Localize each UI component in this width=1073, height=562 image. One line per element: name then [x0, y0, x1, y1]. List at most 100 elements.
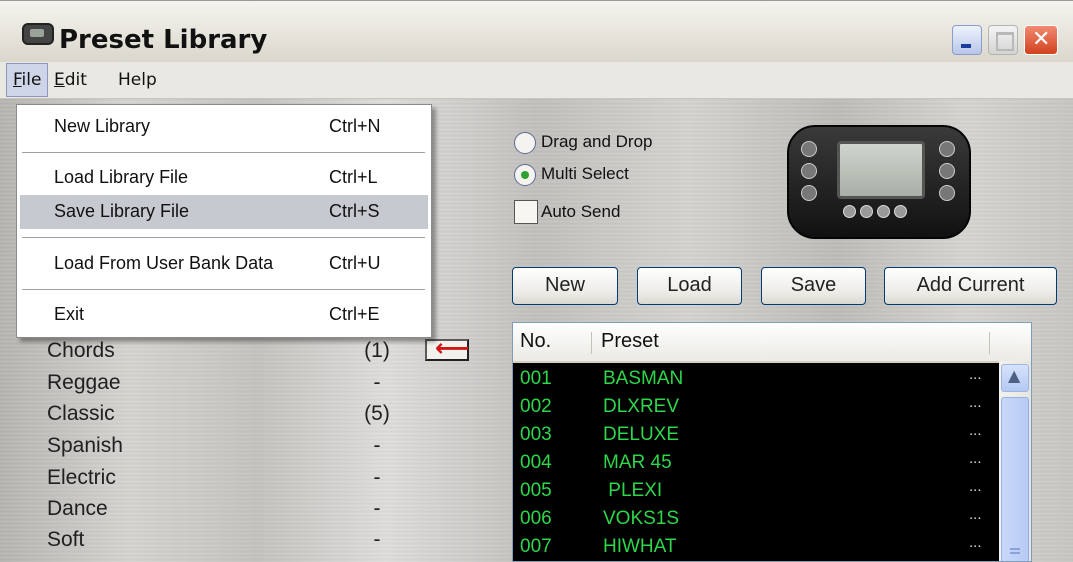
- menu-separator: [22, 152, 425, 153]
- menu-item-label: Save Library File: [54, 201, 190, 221]
- category-row[interactable]: Reggae -: [47, 371, 407, 403]
- device-keys: [843, 203, 913, 218]
- menu-separator: [22, 289, 425, 290]
- preset-list[interactable]: No. Preset 001 BASMAN ... 002 DLXREV ...…: [512, 322, 1032, 562]
- menu-edit-rest: dit: [64, 70, 87, 90]
- preset-row[interactable]: 005 PLEXI ...: [513, 478, 998, 504]
- category-count: -: [373, 497, 381, 520]
- menu-item-load-from-user-bank[interactable]: Load From User Bank Data Ctrl+U: [20, 247, 428, 281]
- preset-number: 005: [520, 480, 552, 501]
- device-knob: [801, 163, 817, 179]
- preset-list-header: No. Preset: [513, 323, 1031, 363]
- preset-row[interactable]: 003 DELUXE ...: [513, 422, 998, 448]
- category-row[interactable]: Chords (1): [47, 339, 407, 371]
- auto-send-checkbox[interactable]: [514, 200, 538, 224]
- menu-separator: [22, 237, 425, 238]
- multi-select-option[interactable]: Multi Select: [514, 162, 714, 190]
- window-title: Preset Library: [59, 25, 268, 55]
- category-count: -: [373, 371, 381, 394]
- menu-item-label: Load Library File: [54, 167, 189, 187]
- preset-name: BASMAN: [603, 368, 684, 389]
- preset-name: HIWHAT: [603, 536, 677, 557]
- new-button[interactable]: New: [512, 267, 618, 305]
- category-row[interactable]: Soft -: [47, 528, 407, 560]
- preset-number: 007: [520, 536, 552, 557]
- drag-drop-option[interactable]: Drag and Drop: [514, 130, 714, 158]
- preset-more[interactable]: ...: [969, 478, 982, 495]
- multi-select-radio[interactable]: [514, 164, 536, 186]
- auto-send-label: Auto Send: [541, 202, 621, 221]
- multi-select-label: Multi Select: [541, 164, 629, 183]
- category-name: Electric: [47, 466, 116, 489]
- category-row[interactable]: Spanish -: [47, 434, 407, 466]
- device-knob: [801, 141, 817, 157]
- drag-drop-label: Drag and Drop: [541, 132, 653, 151]
- menu-file-rest: ile: [21, 70, 42, 90]
- preset-more[interactable]: ...: [969, 422, 982, 439]
- load-button[interactable]: Load: [637, 267, 742, 305]
- menu-help[interactable]: Help: [112, 62, 163, 98]
- column-header-no[interactable]: No.: [520, 330, 551, 353]
- menu-file-accel: F: [13, 70, 22, 90]
- menu-item-new-library[interactable]: New Library Ctrl+N: [20, 110, 428, 144]
- title-bar[interactable]: Preset Library: [0, 0, 1073, 63]
- category-count: (5): [364, 402, 390, 425]
- device-lcd: [837, 141, 925, 199]
- category-count: -: [373, 528, 381, 551]
- preset-list-scrollbar[interactable]: ▲: [999, 361, 1031, 561]
- preset-row[interactable]: 002 DLXREV ...: [513, 394, 998, 420]
- preset-row[interactable]: 001 BASMAN ...: [513, 366, 998, 392]
- drag-drop-radio[interactable]: [514, 132, 536, 154]
- preset-more[interactable]: ...: [969, 534, 982, 551]
- grip-icon: [1010, 548, 1020, 550]
- menu-item-shortcut: Ctrl+L: [329, 167, 378, 187]
- menu-item-shortcut: Ctrl+E: [329, 304, 380, 324]
- preset-more[interactable]: ...: [969, 450, 982, 467]
- preset-number: 003: [520, 424, 552, 445]
- maximize-button[interactable]: [988, 25, 1018, 55]
- category-row[interactable]: Dance -: [47, 497, 407, 529]
- preset-row[interactable]: 007 HIWHAT ...: [513, 534, 998, 560]
- menu-item-load-library-file[interactable]: Load Library File Ctrl+L: [20, 161, 428, 195]
- preset-more[interactable]: ...: [969, 366, 982, 383]
- device-knob: [939, 185, 955, 201]
- category-name: Reggae: [47, 371, 121, 394]
- preset-more[interactable]: ...: [969, 506, 982, 523]
- auto-send-option[interactable]: Auto Send: [514, 200, 714, 228]
- scroll-thumb[interactable]: [1001, 397, 1029, 561]
- save-button[interactable]: Save: [761, 267, 866, 305]
- device-knob: [939, 163, 955, 179]
- category-row[interactable]: Classic (5): [47, 402, 407, 434]
- chevron-up-icon: ▲: [1008, 366, 1021, 385]
- amp-device-icon: [22, 23, 54, 45]
- device-image: [787, 125, 971, 239]
- preset-name: MAR 45: [603, 452, 672, 473]
- column-header-preset[interactable]: Preset: [601, 330, 659, 353]
- preset-row[interactable]: 006 VOKS1S ...: [513, 506, 998, 532]
- preset-row[interactable]: 004 MAR 45 ...: [513, 450, 998, 476]
- file-menu-dropdown: New Library Ctrl+N Load Library File Ctr…: [16, 104, 432, 338]
- category-name: Chords: [47, 339, 115, 362]
- column-divider[interactable]: [989, 332, 990, 354]
- menu-file[interactable]: File: [6, 63, 49, 97]
- menu-item-save-library-file[interactable]: Save Library File Ctrl+S: [20, 195, 428, 229]
- scroll-up-button[interactable]: ▲: [1001, 364, 1029, 392]
- preset-more[interactable]: ...: [969, 394, 982, 411]
- preset-number: 004: [520, 452, 552, 473]
- preset-name: DELUXE: [603, 424, 680, 445]
- add-current-button[interactable]: Add Current: [884, 267, 1057, 305]
- move-left-button[interactable]: ⟵: [425, 334, 469, 362]
- preset-name: VOKS1S: [603, 508, 680, 529]
- column-divider[interactable]: [591, 332, 592, 354]
- minimize-button[interactable]: [952, 25, 982, 55]
- category-count: -: [373, 434, 381, 457]
- preset-number: 006: [520, 508, 552, 529]
- close-button[interactable]: [1024, 25, 1058, 55]
- menu-edit[interactable]: Edit: [48, 62, 93, 98]
- category-row[interactable]: Electric -: [47, 466, 407, 498]
- menu-item-exit[interactable]: Exit Ctrl+E: [20, 298, 428, 332]
- menu-item-shortcut: Ctrl+N: [329, 116, 381, 136]
- category-name: Spanish: [47, 434, 123, 457]
- preset-name: PLEXI: [603, 480, 663, 501]
- menu-edit-accel: E: [54, 70, 65, 90]
